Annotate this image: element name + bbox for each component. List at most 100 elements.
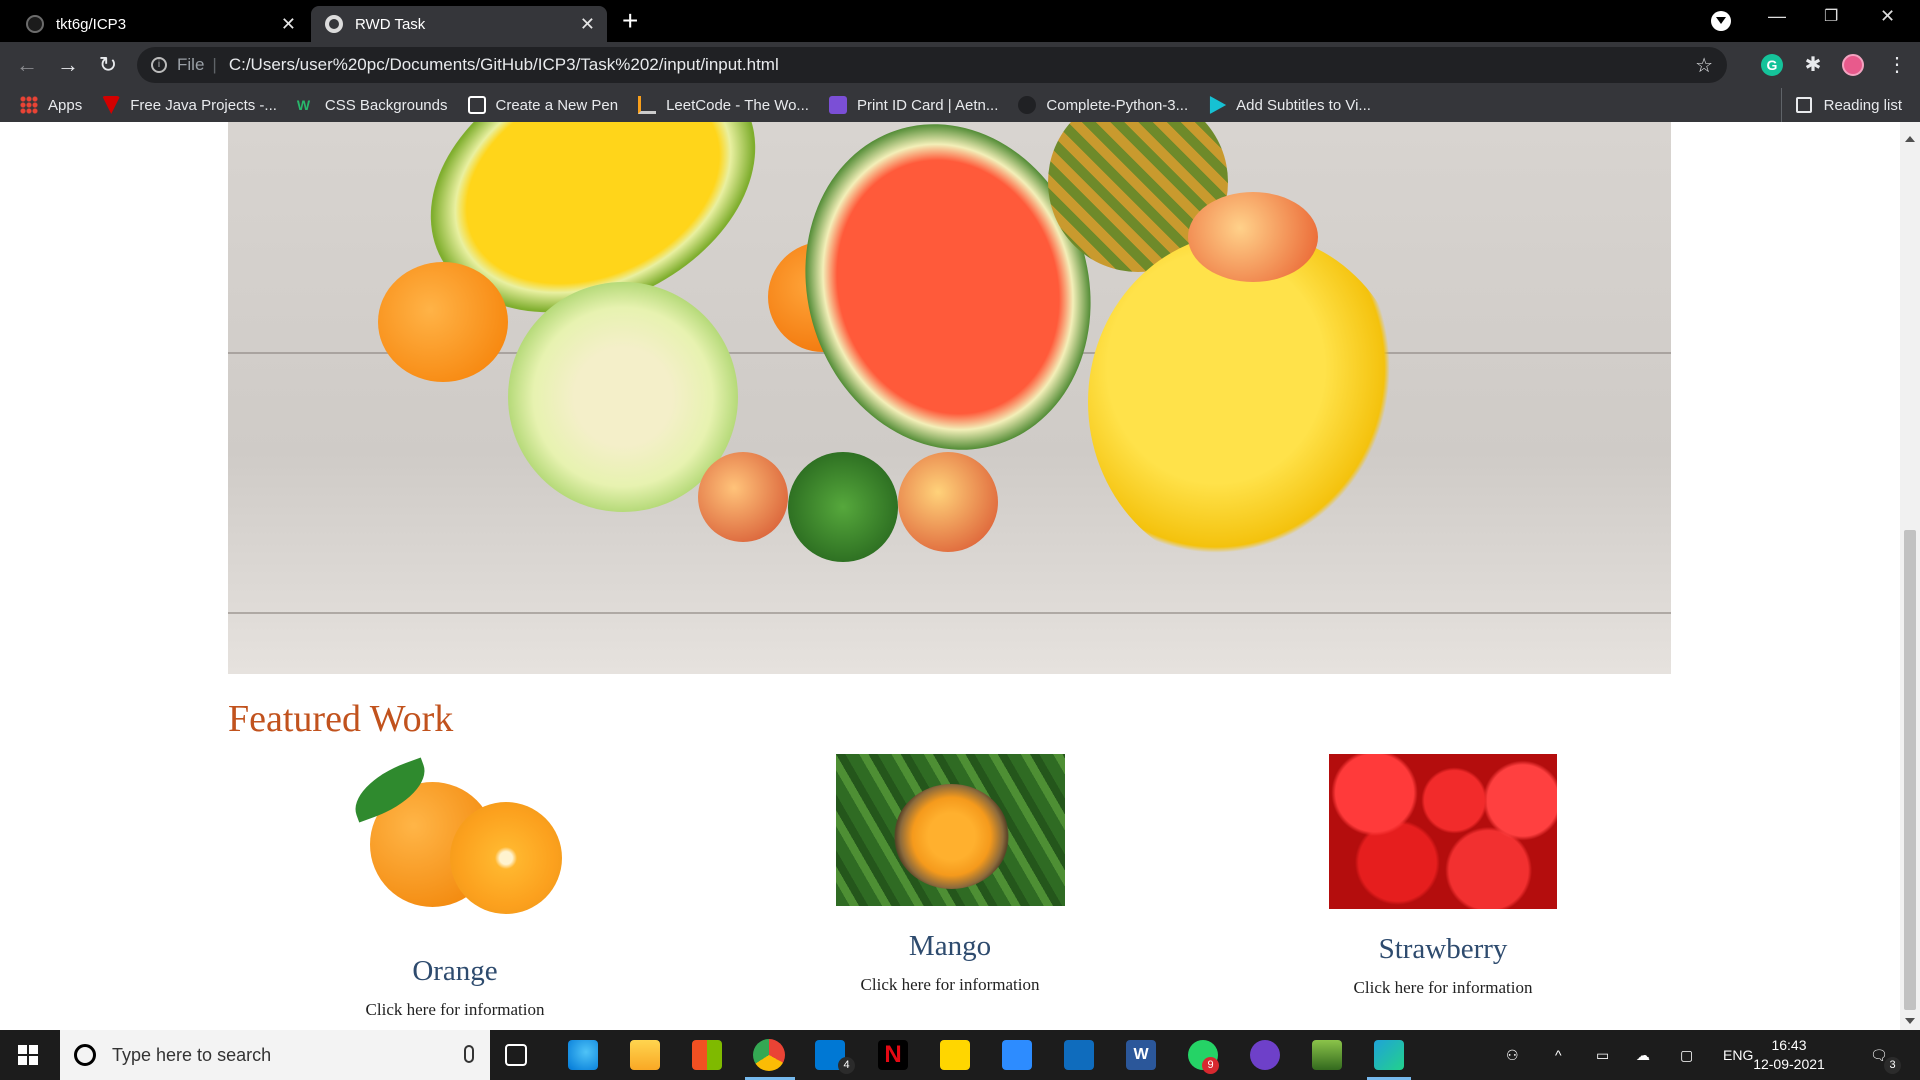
leetcode-icon bbox=[638, 96, 657, 114]
back-icon[interactable]: ← bbox=[12, 50, 42, 80]
tab-search-icon[interactable] bbox=[1711, 11, 1731, 31]
bookmark-star-icon[interactable]: ☆ bbox=[1695, 53, 1713, 78]
card-info-link[interactable]: Click here for information bbox=[1329, 978, 1557, 998]
bookmark-apps[interactable]: Apps bbox=[10, 91, 92, 119]
edge-icon[interactable] bbox=[568, 1040, 598, 1070]
tab-title: tkt6g/ICP3 bbox=[56, 15, 127, 33]
card-info-link[interactable]: Click here for information bbox=[835, 975, 1065, 995]
address-bar[interactable]: i File | C:/Users/user%20pc/Documents/Gi… bbox=[137, 47, 1727, 83]
featured-work-heading: Featured Work bbox=[228, 698, 454, 740]
url-text[interactable]: C:/Users/user%20pc/Documents/GitHub/ICP3… bbox=[229, 55, 779, 75]
protocol-label: File bbox=[177, 55, 205, 74]
tab-rwd-task[interactable]: RWD Task ✕ bbox=[311, 6, 607, 42]
codepen-icon bbox=[467, 96, 486, 114]
bookmark-print-id[interactable]: Print ID Card | Aetn... bbox=[819, 91, 1008, 119]
file-explorer-icon[interactable] bbox=[630, 1040, 660, 1070]
hero-fruit-image bbox=[228, 122, 1671, 674]
card-title: Mango bbox=[908, 930, 992, 962]
globe-icon bbox=[325, 15, 343, 33]
bookmark-label: Apps bbox=[48, 96, 83, 114]
close-tab-icon[interactable]: ✕ bbox=[580, 14, 595, 35]
extensions-icon[interactable]: ✱ bbox=[1802, 54, 1824, 76]
close-window-icon[interactable]: ✕ bbox=[1880, 6, 1895, 27]
outlook-icon[interactable] bbox=[1064, 1040, 1094, 1070]
page-viewport: Featured Work Orange Click here for info… bbox=[0, 122, 1900, 1030]
reading-list-button[interactable]: Reading list bbox=[1780, 88, 1902, 122]
clock-date: 12-09-2021 bbox=[1753, 1056, 1825, 1072]
scroll-up-icon[interactable] bbox=[1905, 136, 1915, 142]
search-placeholder: Type here to search bbox=[112, 1044, 272, 1065]
scroll-down-icon[interactable] bbox=[1905, 1018, 1915, 1024]
word-icon[interactable]: W bbox=[1126, 1040, 1156, 1070]
profile-avatar[interactable] bbox=[1842, 54, 1864, 76]
card-mango: Mango Click here for information bbox=[835, 754, 1065, 995]
github-icon bbox=[26, 15, 44, 33]
strawberry-image bbox=[1329, 754, 1557, 909]
bookmark-leetcode[interactable]: LeetCode - The Wo... bbox=[628, 91, 819, 119]
bookmark-codepen[interactable]: Create a New Pen bbox=[458, 91, 629, 119]
tab-title: RWD Task bbox=[355, 15, 426, 33]
people-icon[interactable]: ⚇ bbox=[1506, 1030, 1519, 1080]
bookmark-label: Create a New Pen bbox=[495, 96, 619, 114]
bookmarks-bar: Apps Free Java Projects -... W CSS Backg… bbox=[0, 88, 1920, 122]
bookmark-label: Complete-Python-3... bbox=[1046, 96, 1189, 114]
mail-badge: 4 bbox=[838, 1057, 855, 1074]
microsoft-store-icon[interactable] bbox=[692, 1040, 722, 1070]
bookmark-complete-python[interactable]: Complete-Python-3... bbox=[1008, 91, 1198, 119]
action-center-icon[interactable]: 🗨 bbox=[1870, 1030, 1888, 1080]
whatsapp-badge: 9 bbox=[1202, 1057, 1219, 1074]
task-view-icon[interactable] bbox=[505, 1044, 527, 1066]
card-title: Strawberry bbox=[1378, 933, 1508, 965]
address-separator: | bbox=[212, 55, 217, 74]
card-title: Orange bbox=[412, 955, 498, 987]
red-shield-icon bbox=[102, 96, 121, 114]
microphone-icon[interactable] bbox=[464, 1045, 474, 1063]
show-hidden-icons[interactable]: ^ bbox=[1555, 1030, 1562, 1080]
netflix-icon[interactable]: N bbox=[878, 1040, 908, 1070]
bookmark-label: CSS Backgrounds bbox=[324, 96, 448, 114]
bookmark-label: Free Java Projects -... bbox=[130, 96, 277, 114]
bookmark-css-backgrounds[interactable]: W CSS Backgrounds bbox=[287, 91, 458, 119]
github-desktop-icon[interactable] bbox=[1250, 1040, 1280, 1070]
minimize-icon[interactable]: — bbox=[1768, 6, 1786, 27]
taskbar-search-box[interactable]: Type here to search bbox=[60, 1030, 490, 1080]
apps-grid-icon bbox=[20, 96, 38, 114]
forward-icon[interactable]: → bbox=[53, 50, 83, 80]
battery-icon[interactable]: ▭ bbox=[1596, 1030, 1609, 1080]
bookmark-label: Print ID Card | Aetn... bbox=[856, 96, 999, 114]
reload-icon[interactable]: ↻ bbox=[93, 50, 123, 80]
page-scrollbar[interactable] bbox=[1900, 122, 1920, 1030]
windows-taskbar: Type here to search 4 N W 9 ⚇ ^ ▭ ☁ ▢ EN… bbox=[0, 1030, 1920, 1080]
card-orange: Orange Click here for information bbox=[340, 757, 570, 1020]
card-info-link[interactable]: Click here for information bbox=[340, 1000, 570, 1020]
play-icon bbox=[1209, 96, 1227, 114]
reading-list-label: Reading list bbox=[1823, 96, 1902, 114]
display-icon[interactable]: ▢ bbox=[1680, 1030, 1693, 1080]
orange-image bbox=[340, 757, 570, 917]
windows-start-icon[interactable] bbox=[18, 1045, 38, 1065]
onedrive-icon[interactable]: ☁ bbox=[1636, 1030, 1650, 1080]
clock[interactable]: 16:43 12-09-2021 bbox=[1744, 1036, 1834, 1074]
bookmark-add-subtitles[interactable]: Add Subtitles to Vi... bbox=[1198, 91, 1381, 119]
w-logo-icon: W bbox=[296, 97, 311, 113]
tab-github[interactable]: tkt6g/ICP3 ✕ bbox=[12, 6, 308, 42]
clock-time: 16:43 bbox=[1771, 1037, 1807, 1053]
site-info-icon[interactable]: i bbox=[151, 57, 167, 73]
new-tab-button[interactable]: + bbox=[622, 6, 638, 36]
bookmark-label: LeetCode - The Wo... bbox=[666, 96, 809, 114]
card-strawberry: Strawberry Click here for information bbox=[1329, 754, 1557, 998]
zoom-icon[interactable] bbox=[1002, 1040, 1032, 1070]
scroll-thumb[interactable] bbox=[1904, 530, 1916, 1010]
bookmark-free-java[interactable]: Free Java Projects -... bbox=[92, 91, 287, 119]
browser-titlebar: tkt6g/ICP3 ✕ RWD Task ✕ + — ❐ ✕ bbox=[0, 0, 1920, 42]
restore-icon[interactable]: ❐ bbox=[1824, 6, 1838, 26]
webstorm-icon[interactable] bbox=[1374, 1040, 1404, 1070]
notepad-plus-icon[interactable] bbox=[1312, 1040, 1342, 1070]
sticky-notes-icon[interactable] bbox=[940, 1040, 970, 1070]
menu-icon[interactable]: ⋮ bbox=[1886, 54, 1908, 76]
close-tab-icon[interactable]: ✕ bbox=[281, 14, 296, 35]
github-icon bbox=[1018, 96, 1037, 114]
browser-toolbar: ← → ↻ i File | C:/Users/user%20pc/Docume… bbox=[0, 42, 1920, 88]
chrome-icon[interactable] bbox=[753, 1039, 785, 1071]
grammarly-icon[interactable]: G bbox=[1761, 54, 1783, 76]
